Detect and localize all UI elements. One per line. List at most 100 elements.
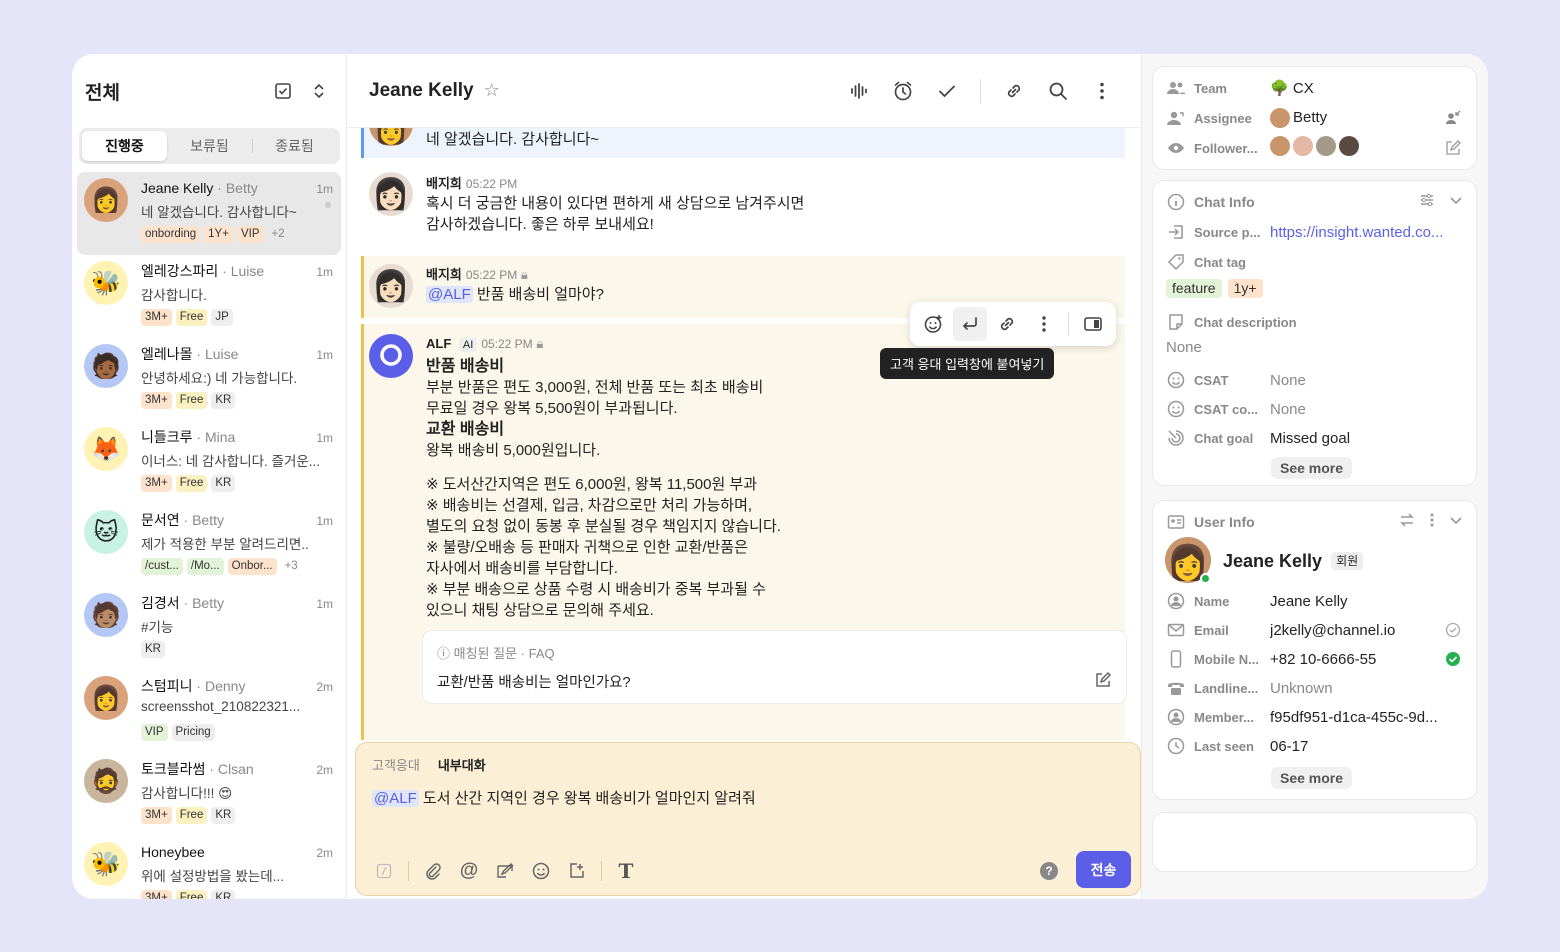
- member-icon: [1166, 708, 1186, 726]
- chat-list-item[interactable]: 🦊 니들크루 · Mina 이너스: 네 감사합니다. 즐거운... 3M+ Free K…: [77, 421, 341, 504]
- close-chat-check-icon[interactable]: [930, 74, 964, 108]
- eye-icon: [1166, 142, 1186, 154]
- sort-icon[interactable]: [305, 77, 333, 105]
- chat-name: 토크블라썸 · Clsan: [141, 761, 254, 777]
- chat-list-item[interactable]: 🐝 Honeybee 위에 설정방법을 봤는데... 3M+ Free KR 2m: [77, 836, 341, 899]
- landline-value[interactable]: Unknown: [1270, 680, 1463, 697]
- faq-question: 교환/반품 배송비는 얼마인가요?: [437, 675, 631, 691]
- star-icon[interactable]: ☆: [484, 80, 500, 101]
- see-more-button[interactable]: See more: [1271, 767, 1353, 789]
- add-action-icon[interactable]: [565, 859, 589, 883]
- paste-to-reply-icon[interactable]: [953, 307, 987, 341]
- more-vertical-icon[interactable]: [1429, 512, 1435, 533]
- chat-info-title: Chat Info: [1194, 194, 1255, 210]
- more-vertical-icon[interactable]: [1085, 74, 1119, 108]
- name-value[interactable]: Jeane Kelly: [1270, 593, 1463, 610]
- assignee-value[interactable]: Betty: [1270, 108, 1443, 128]
- chat-list-item[interactable]: 🐱 문서연 · Betty 제가 적용한 부분 알려드리면.. /cust.../Mo…: [77, 504, 341, 587]
- mention-icon[interactable]: @: [457, 859, 481, 883]
- tab-open[interactable]: 진행중: [82, 131, 167, 161]
- source-link[interactable]: https://insight.wanted.co...: [1270, 224, 1463, 241]
- chat-tag[interactable]: feature: [1166, 279, 1222, 298]
- template-icon[interactable]: [493, 859, 517, 883]
- chat-header: Jeane Kelly ☆: [347, 54, 1141, 128]
- composer-input[interactable]: @ALF 도서 산간 지역인 경우 왕복 배송비가 얼마인지 알려줘: [372, 787, 756, 808]
- tab-snoozed[interactable]: 보류됨: [167, 131, 252, 161]
- team-value[interactable]: 🌳 CX: [1270, 79, 1463, 97]
- voice-wave-icon[interactable]: [842, 74, 876, 108]
- team-label: Team: [1194, 80, 1227, 96]
- chat-list-item[interactable]: 👩 스텀피니 · Denny screensshot_210822321... VIP…: [77, 670, 341, 753]
- tag: 3M+: [141, 475, 172, 492]
- answer-line: 왕복 배송비 5,000원입니다.: [426, 442, 601, 459]
- avatar: 🦊: [84, 427, 128, 471]
- assign-to-me-icon[interactable]: [1443, 110, 1463, 126]
- answer-line: ※ 배송비는 선결제, 입금, 차감으로만 처리 가능하며,: [426, 497, 753, 514]
- tag: +3: [284, 560, 298, 572]
- emoji-icon[interactable]: [529, 859, 553, 883]
- filter-settings-icon[interactable]: [1419, 192, 1435, 213]
- edit-icon[interactable]: [1094, 671, 1112, 694]
- message-sender: 배지희 05:22 PM: [426, 176, 518, 191]
- send-button[interactable]: 전송: [1076, 851, 1131, 888]
- checkbox-select-icon[interactable]: [269, 77, 297, 105]
- help-icon[interactable]: ?: [1040, 862, 1058, 880]
- alf-answer: 반품 배송비 부분 반품은 편도 3,000원, 전체 반품 또는 최초 배송비 무…: [426, 356, 781, 621]
- tab-closed[interactable]: 종료됨: [252, 131, 337, 161]
- tab-customer-reply[interactable]: 고객응대: [372, 755, 420, 774]
- tag: 1Y+: [204, 226, 233, 243]
- copy-link-icon[interactable]: [990, 307, 1024, 341]
- attachment-icon[interactable]: [421, 859, 445, 883]
- link-icon[interactable]: [997, 74, 1031, 108]
- mobile-label: Mobile N...: [1194, 651, 1259, 667]
- message-agent: 👩🏻 배지희 05:22 PM 혹시 더 궁금한 내용이 있다면 편하게 새 상담…: [361, 168, 1125, 244]
- email-value[interactable]: j2kelly@channel.io: [1270, 622, 1443, 639]
- tab-internal-chat[interactable]: 내부대화: [438, 755, 486, 774]
- add-reaction-icon[interactable]: [916, 307, 950, 341]
- answer-line: ※ 도서산간지역은 편도 6,000원, 왕복 11,500원 부과: [426, 476, 758, 493]
- chat-list-item[interactable]: 🧑🏽 김경서 · Betty #기능 KR 1m: [77, 587, 341, 670]
- phone-icon: [1166, 680, 1186, 696]
- chat-list-item[interactable]: 🧑🏾 엘레나몰 · Luise 안녕하세요:) 네 가능합니다. 3M+ Free KR 1…: [77, 338, 341, 421]
- tag: VIP: [141, 724, 168, 741]
- csat-value: None: [1270, 371, 1306, 389]
- chevron-down-icon[interactable]: [1449, 512, 1463, 533]
- name-label: Name: [1194, 593, 1230, 609]
- tag: Pricing: [171, 724, 215, 741]
- chat-list-item[interactable]: 🧔 토크블라썸 · Clsan 감사합니다!!! 😍 3M+ Free KR 2m: [77, 753, 341, 836]
- mention[interactable]: @ALF: [426, 286, 473, 303]
- member-value[interactable]: f95df951-d1ca-455c-9d...: [1270, 709, 1463, 726]
- more-vertical-icon[interactable]: [1027, 307, 1061, 341]
- alf-logo-icon: [369, 334, 413, 378]
- faq-card: ⓘ 매칭된 질문 · FAQ 교환/반품 배송비는 얼마인가요?: [422, 630, 1127, 704]
- chat-preview: 감사합니다.: [141, 288, 207, 303]
- search-icon[interactable]: [1041, 74, 1075, 108]
- sidebar-title: 전체: [85, 82, 120, 104]
- tag: KR: [141, 641, 165, 658]
- assignment-card: Team 🌳 CX Assignee Betty Follower...: [1152, 66, 1477, 170]
- chat-name: 엘레강스파리 · Luise: [141, 263, 265, 279]
- chat-description-label: Chat description: [1194, 314, 1297, 330]
- message-partial: 👩 네 알겠습니다. 감사합니다~: [361, 128, 1125, 158]
- followers-avatars[interactable]: [1270, 136, 1443, 160]
- mobile-icon: [1166, 650, 1186, 668]
- slash-command-icon[interactable]: [372, 859, 396, 883]
- swap-icon[interactable]: [1399, 512, 1415, 533]
- chat-main: Jeane Kelly ☆ 👩 네 알겠습니다. 감사합니다~ 👩🏻 배지희 0…: [347, 54, 1142, 899]
- csat-comment-value: None: [1270, 400, 1306, 418]
- description-icon: [1166, 313, 1186, 331]
- chat-tag[interactable]: 1y+: [1227, 279, 1263, 298]
- chat-description-value[interactable]: None: [1166, 339, 1202, 356]
- verified-check-icon: [1443, 651, 1463, 667]
- see-more-button[interactable]: See more: [1271, 457, 1353, 479]
- chat-time: 1m: [316, 514, 333, 528]
- chat-list-item[interactable]: 🐝 엘레강스파리 · Luise 감사합니다. 3M+ Free JP 1m: [77, 255, 341, 338]
- chevron-down-icon[interactable]: [1449, 192, 1463, 213]
- chat-list-item[interactable]: 👩 Jeane Kelly · Betty 네 알겠습니다. 감사합니다~ onbor…: [77, 172, 341, 255]
- side-panel-icon[interactable]: [1076, 307, 1110, 341]
- edit-followers-icon[interactable]: [1443, 140, 1463, 156]
- mobile-value[interactable]: +82 10-6666-55: [1270, 651, 1443, 668]
- snooze-clock-icon[interactable]: [886, 74, 920, 108]
- text-format-icon[interactable]: T: [614, 859, 638, 883]
- mail-icon: [1166, 623, 1186, 637]
